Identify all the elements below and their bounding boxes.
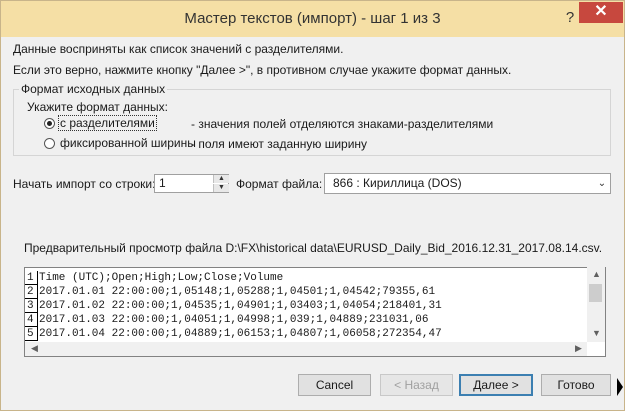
delimited-label: с разделителями [58, 115, 157, 131]
help-button[interactable]: ? [561, 9, 579, 27]
row-number: 3 [25, 299, 38, 313]
mouse-cursor-icon [617, 378, 623, 396]
preview-row: 2 2017.01.01 22:00:00;1,05148;1,05288;1,0… [25, 285, 435, 299]
preview-row: 4 2017.01.03 22:00:00;1,04051;1,04998;1,0… [25, 313, 428, 327]
delimited-description: - значения полей отделяются знаками-разд… [191, 117, 494, 131]
delimited-option[interactable]: с разделителями [58, 115, 157, 131]
scroll-up-icon[interactable]: ▲ [592, 269, 601, 279]
row-number: 1 [25, 271, 38, 285]
intro-line-2: Если это верно, нажмите кнопку "Далее >"… [13, 63, 512, 77]
row-text: 2017.01.01 22:00:00;1,05148;1,05288;1,04… [39, 286, 436, 298]
fixed-width-label[interactable]: фиксированной ширины [60, 136, 196, 150]
next-button[interactable]: Далее > [459, 374, 533, 396]
start-row-label: Начать импорт со строки: [13, 177, 156, 191]
fixed-width-radio[interactable] [44, 138, 55, 149]
scroll-right-icon[interactable]: ▶ [575, 343, 582, 354]
file-format-select[interactable]: 866 : Кириллица (DOS) [324, 173, 611, 194]
spin-down-icon[interactable]: ▼ [213, 184, 229, 192]
row-number: 4 [25, 313, 38, 327]
row-text: 2017.01.03 22:00:00;1,04051;1,04998;1,03… [39, 314, 429, 326]
horizontal-scrollbar[interactable] [25, 342, 587, 356]
title-bar[interactable]: Мастер текстов (импорт) - шаг 1 из 3 ? ✕ [1, 1, 624, 37]
spin-up-icon[interactable]: ▲ [213, 175, 229, 183]
finish-button[interactable]: Готово [541, 374, 611, 396]
preview-row: 3 2017.01.02 22:00:00;1,04535;1,04901;1,0… [25, 299, 442, 313]
preview-row: 5 2017.01.04 22:00:00;1,04889;1,06153;1,0… [25, 327, 442, 341]
row-text: 2017.01.02 22:00:00;1,04535;1,04901;1,03… [39, 300, 442, 312]
back-button[interactable]: < Назад [380, 374, 453, 396]
fixed-width-description: - поля имеют заданную ширину [191, 137, 368, 151]
file-format-label: Формат файла: [236, 177, 323, 191]
text-import-wizard-dialog: Мастер текстов (импорт) - шаг 1 из 3 ? ✕… [0, 0, 625, 411]
row-number: 5 [25, 327, 38, 341]
preview-label: Предварительный просмотр файла D:\FX\his… [24, 241, 603, 255]
scroll-down-icon[interactable]: ▼ [592, 328, 601, 338]
row-number: 2 [25, 285, 38, 299]
scroll-left-icon[interactable]: ◀ [31, 343, 38, 354]
close-button[interactable]: ✕ [579, 2, 623, 23]
cancel-button[interactable]: Cancel [298, 374, 371, 396]
format-prompt: Укажите формат данных: [27, 100, 168, 114]
row-text: 2017.01.04 22:00:00;1,04889;1,06153;1,04… [39, 328, 442, 340]
dialog-title: Мастер текстов (импорт) - шаг 1 из 3 [184, 10, 441, 27]
vertical-scroll-thumb[interactable] [589, 284, 602, 302]
row-text: Time (UTC);Open;High;Low;Close;Volume [39, 272, 284, 284]
preview-row: 1 Time (UTC);Open;High;Low;Close;Volume [25, 271, 283, 285]
chevron-down-icon[interactable]: ⌄ [594, 174, 610, 193]
intro-line-1: Данные восприняты как список значений с … [13, 42, 344, 56]
delimited-radio[interactable] [44, 118, 55, 129]
source-format-group-label: Формат исходных данных [19, 82, 168, 96]
